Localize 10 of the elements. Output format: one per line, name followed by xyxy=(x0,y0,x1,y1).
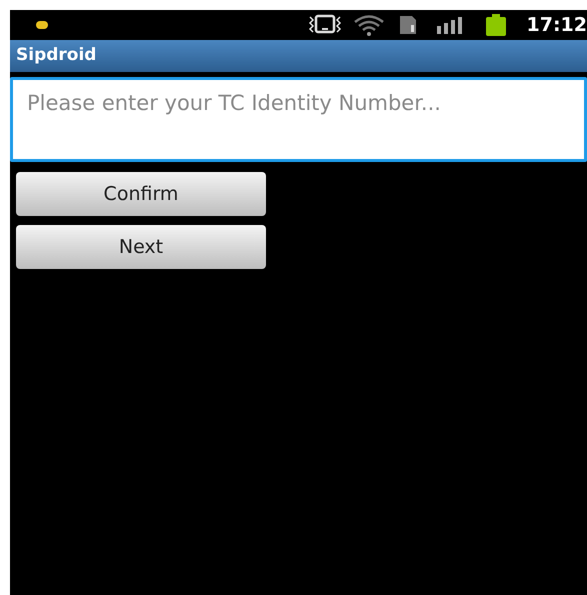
signal-icon xyxy=(436,16,465,34)
status-time: 17:12 xyxy=(526,12,587,38)
battery-icon xyxy=(484,14,507,36)
action-button[interactable]: Confirm xyxy=(16,172,266,216)
action-button[interactable]: Next xyxy=(16,225,266,269)
sd-card-icon xyxy=(398,15,417,35)
wifi-icon xyxy=(352,14,385,36)
window-title: Sipdroid xyxy=(16,44,96,68)
vibrate-icon xyxy=(306,14,343,36)
id-input-field[interactable]: Please enter your TC Identity Number... xyxy=(10,77,587,162)
